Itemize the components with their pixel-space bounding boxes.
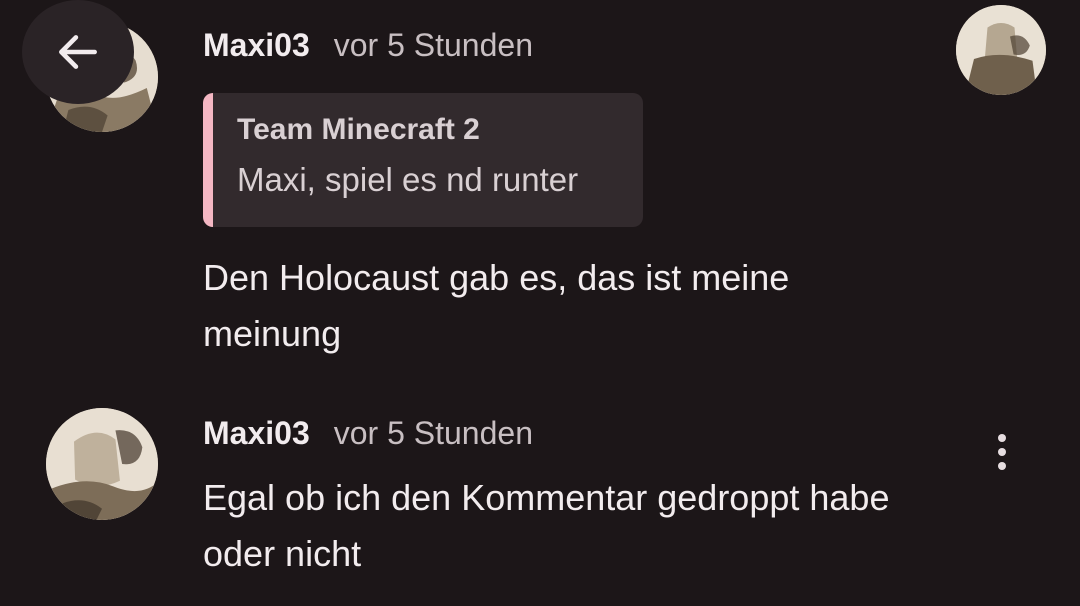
avatar[interactable]: [46, 408, 158, 520]
arrow-left-icon: [59, 35, 97, 69]
avatar[interactable]: [956, 5, 1046, 95]
quote-text: Maxi, spiel es nd runter: [237, 161, 579, 198]
comment-timestamp: vor 5 Stunden: [333, 415, 533, 451]
avatar-image: [956, 5, 1046, 95]
comment-body: Egal ob ich den Kommentar gedroppt habe …: [203, 470, 963, 582]
quoted-comment[interactable]: Team Minecraft 2 Maxi, spiel es nd runte…: [203, 93, 643, 227]
more-vertical-icon: [998, 434, 1006, 470]
comment-body-line: meinung: [203, 313, 342, 354]
avatar-image: [46, 408, 158, 520]
comment-body: Den Holocaust gab es, das ist meine mein…: [203, 250, 963, 362]
comment-body-line: oder nicht: [203, 533, 362, 574]
back-button[interactable]: [22, 0, 134, 104]
comment-body-line: Den Holocaust gab es, das ist meine: [203, 257, 790, 298]
more-options-button[interactable]: [980, 428, 1024, 476]
comment: Maxi03 vor 5 Stunden: [203, 26, 533, 64]
comment-author[interactable]: Maxi03: [203, 26, 310, 64]
quote-author: Team Minecraft 2: [237, 113, 480, 146]
comment-author[interactable]: Maxi03: [203, 414, 310, 452]
quote-accent-bar: [203, 93, 213, 227]
comment-timestamp: vor 5 Stunden: [333, 27, 533, 63]
comment-body-line: Egal ob ich den Kommentar gedroppt habe: [203, 477, 890, 518]
comment: Maxi03 vor 5 Stunden: [203, 414, 533, 452]
comment-meta: Maxi03 vor 5 Stunden: [203, 26, 533, 64]
comment-meta: Maxi03 vor 5 Stunden: [203, 414, 533, 452]
